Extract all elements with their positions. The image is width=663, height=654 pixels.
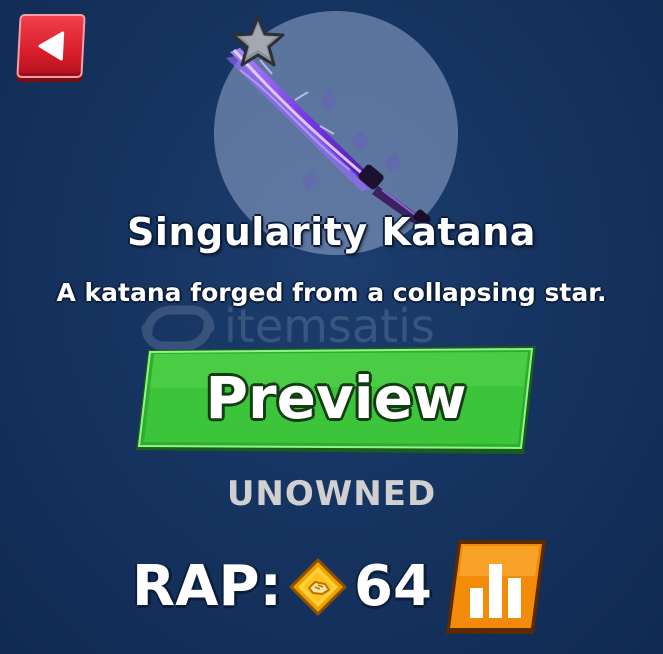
preview-button-label: Preview (205, 364, 467, 432)
star-icon (231, 15, 285, 67)
bar-chart-icon (446, 540, 546, 634)
item-detail-panel: itemsatis Singularity Katana A katana fo… (0, 0, 663, 654)
back-button[interactable] (16, 14, 86, 78)
back-arrow-icon (38, 31, 65, 61)
rap-label: RAP: (132, 554, 282, 619)
rap-stats-button[interactable] (446, 540, 546, 634)
coin-icon (289, 558, 347, 616)
rap-row: RAP: 64 (0, 540, 663, 648)
item-name: Singularity Katana (127, 210, 536, 254)
rap-value: 64 (354, 554, 432, 619)
ownership-status: UNOWNED (226, 474, 437, 514)
item-description: A katana forged from a collapsing star. (56, 278, 607, 307)
preview-button[interactable]: Preview (136, 346, 536, 454)
